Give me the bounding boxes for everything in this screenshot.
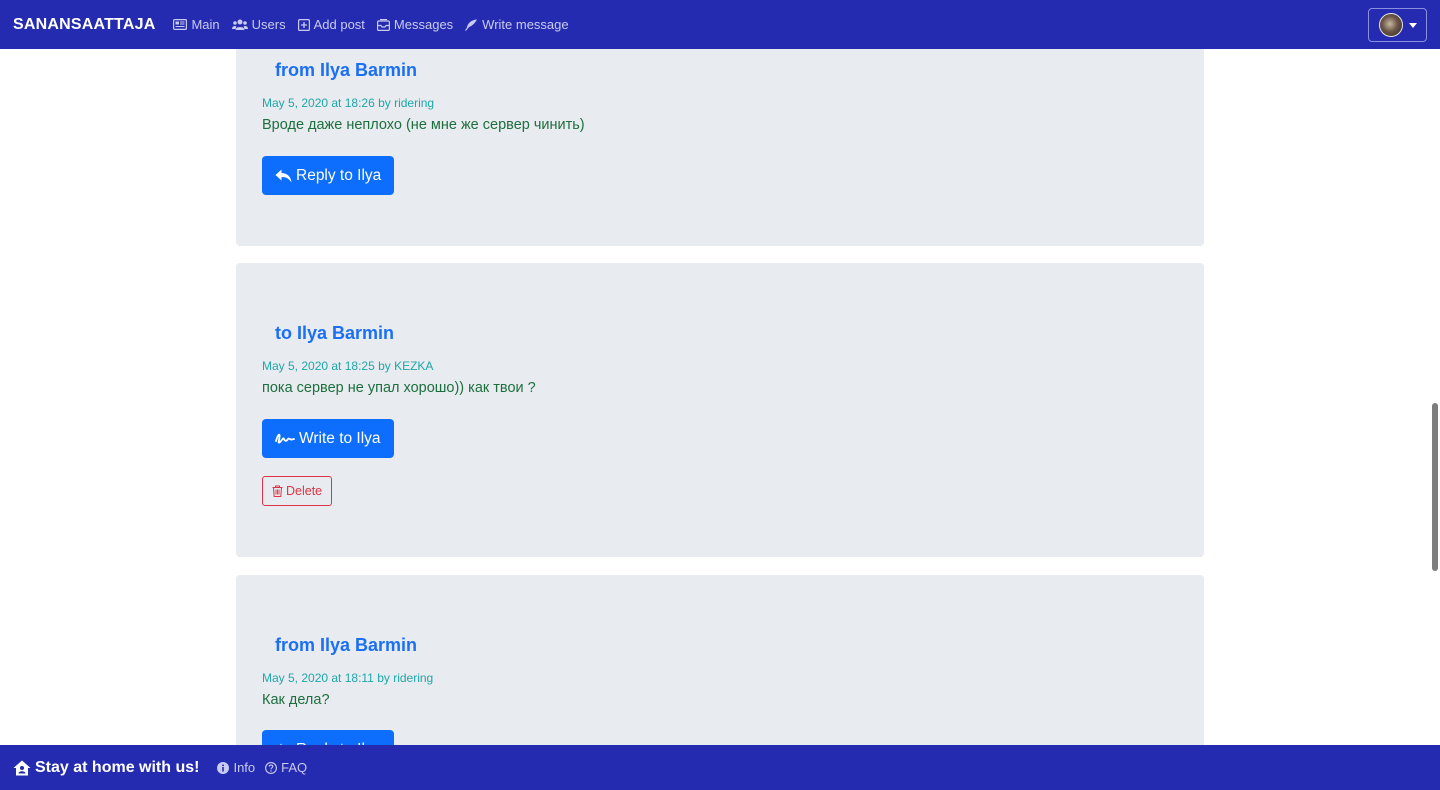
reply-button-label: Reply to Ilya bbox=[296, 166, 382, 184]
footer-link-faq[interactable]: FAQ bbox=[265, 760, 307, 775]
message-text: Как дела? bbox=[262, 692, 330, 708]
signature-icon bbox=[275, 433, 295, 444]
message-title[interactable]: from Ilya Barmin bbox=[275, 60, 417, 81]
footer-link-faq-label: FAQ bbox=[281, 760, 308, 775]
nav-add-post-label: Add post bbox=[313, 17, 365, 32]
message-text: пока сервер не упал хорошо)) как твои ? bbox=[262, 380, 536, 396]
brand-logo[interactable]: SANANSAATTAJA bbox=[13, 16, 155, 34]
nav-main-label: Main bbox=[191, 17, 220, 32]
delete-button-label: Delete bbox=[286, 484, 323, 498]
info-circle-icon bbox=[217, 761, 230, 774]
write-button-label: Write to Ilya bbox=[299, 429, 381, 447]
message-card: from Ilya Barmin May 5, 2020 at 18:26 by… bbox=[236, 30, 1204, 246]
footer-link-info[interactable]: Info bbox=[217, 760, 255, 775]
caret-down-icon bbox=[1408, 22, 1417, 28]
delete-button[interactable]: Delete bbox=[262, 476, 333, 506]
nav-main[interactable]: Main bbox=[173, 17, 220, 32]
feather-icon bbox=[465, 19, 478, 31]
footer-brand-label: Stay at home with us! bbox=[35, 758, 200, 776]
footer-link-info-label: Info bbox=[233, 760, 256, 775]
users-icon bbox=[231, 19, 248, 30]
footer-brand[interactable]: Stay at home with us! bbox=[13, 759, 199, 777]
nav-write-message[interactable]: Write message bbox=[465, 17, 569, 32]
house-user-icon bbox=[13, 760, 31, 775]
message-title[interactable]: to Ilya Barmin bbox=[275, 323, 394, 344]
question-circle-icon bbox=[265, 761, 278, 774]
trash-icon bbox=[272, 485, 283, 497]
scrollbar-thumb[interactable] bbox=[1432, 403, 1438, 571]
nav-write-message-label: Write message bbox=[482, 17, 569, 32]
nav-messages[interactable]: Messages bbox=[376, 17, 454, 32]
reply-icon bbox=[275, 169, 292, 182]
message-card: to Ilya Barmin May 5, 2020 at 18:25 by K… bbox=[236, 263, 1204, 557]
nav-add-post[interactable]: Add post bbox=[297, 17, 365, 32]
footer-bar: Stay at home with us! Info FAQ bbox=[0, 745, 1440, 790]
message-meta: May 5, 2020 at 18:26 by ridering bbox=[262, 96, 435, 110]
top-navbar: SANANSAATTAJA Main Users Add post Messag… bbox=[0, 0, 1440, 49]
message-text: Вроде даже неплохо (не мне же сервер чин… bbox=[262, 117, 585, 133]
user-menu-toggle[interactable] bbox=[1368, 8, 1427, 42]
nav-users[interactable]: Users bbox=[231, 17, 286, 32]
message-meta: May 5, 2020 at 18:11 by ridering bbox=[262, 671, 434, 685]
page-scrollbar[interactable] bbox=[1430, 49, 1440, 745]
inbox-icon bbox=[376, 18, 390, 31]
message-meta: May 5, 2020 at 18:25 by KEZKA bbox=[262, 359, 434, 373]
write-button[interactable]: Write to Ilya bbox=[262, 419, 394, 458]
message-title[interactable]: from Ilya Barmin bbox=[275, 635, 417, 656]
newspaper-icon bbox=[173, 19, 188, 30]
reply-button[interactable]: Reply to Ilya bbox=[262, 156, 395, 195]
plus-square-icon bbox=[297, 18, 310, 31]
nav-messages-label: Messages bbox=[393, 17, 454, 32]
nav-users-label: Users bbox=[251, 17, 286, 32]
avatar bbox=[1378, 13, 1403, 37]
